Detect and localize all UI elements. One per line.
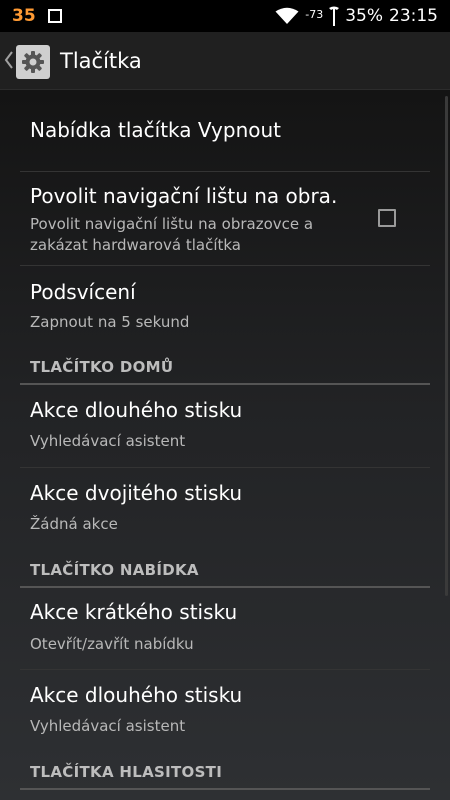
screenshot-notification-icon: [47, 9, 62, 23]
pref-title: Akce krátkého stisku: [30, 600, 238, 624]
pref-home-long-press[interactable]: Akce dlouhého stisku Vyhledávací asisten…: [0, 386, 450, 467]
pref-title: Akce dlouhého stisku: [30, 683, 243, 707]
nav-bar-checkbox[interactable]: [378, 209, 396, 227]
pref-summary: Žádná akce: [30, 515, 118, 533]
signal-strength: -73: [305, 8, 324, 21]
pref-summary-line-1: Povolit navigační lištu na obrazovce a: [30, 215, 314, 233]
back-chevron-icon[interactable]: [4, 50, 14, 70]
pref-backlight[interactable]: Podsvícení Zapnout na 5 sekund: [0, 266, 450, 346]
page-title: Tlačítka: [60, 49, 142, 73]
pref-summary: Zapnout na 5 sekund: [30, 313, 190, 331]
category-divider: [20, 383, 430, 385]
pref-summary: Vyhledávací asistent: [30, 432, 186, 450]
category-home-button: TLAČÍTKO DOMŮ: [30, 358, 174, 376]
status-bar: 35 -73 35% 23:15: [0, 0, 450, 32]
category-menu-button: TLAČÍTKO NABÍDKA: [30, 561, 199, 579]
pref-title: Podsvícení: [30, 280, 136, 304]
pref-title: Akce dvojitého stisku: [30, 481, 243, 505]
pref-summary-line-2: zakázat hardwarová tlačítka: [30, 236, 241, 254]
wifi-icon: [275, 7, 299, 24]
clock: 23:15: [389, 6, 438, 26]
category-volume-buttons: TLAČÍTKA HLASITOSTI: [30, 763, 223, 781]
pref-navigation-bar[interactable]: Povolit navigační lištu na obra. Povolit…: [0, 172, 450, 265]
pref-summary: Vyhledávací asistent: [30, 717, 186, 735]
pref-summary: Otevřít/zavřít nabídku: [30, 635, 194, 653]
action-bar: Tlačítka: [0, 32, 450, 90]
pref-title: Akce dlouhého stisku: [30, 398, 243, 422]
category-divider: [20, 788, 430, 790]
gear-icon: [22, 51, 44, 73]
status-left: 35: [12, 4, 62, 28]
pref-title: Povolit navigační lištu na obra.: [30, 184, 338, 208]
pref-power-menu[interactable]: Nabídka tlačítka Vypnout: [0, 90, 450, 172]
pref-menu-long-press[interactable]: Akce dlouhého stisku Vyhledávací asisten…: [0, 670, 450, 750]
preferences-list: Nabídka tlačítka Vypnout Povolit navigač…: [0, 90, 450, 800]
notification-count: 35: [12, 6, 36, 26]
status-right: -73 35% 23:15: [275, 4, 438, 28]
settings-app-button[interactable]: [16, 45, 50, 79]
pref-home-double-press[interactable]: Akce dvojitého stisku Žádná akce: [0, 468, 450, 548]
pref-menu-short-press[interactable]: Akce krátkého stisku Otevřít/zavřít nabí…: [0, 588, 450, 669]
signal-antenna-icon: [329, 6, 340, 26]
pref-title: Nabídka tlačítka Vypnout: [30, 118, 282, 142]
battery-level: 35%: [345, 6, 383, 26]
